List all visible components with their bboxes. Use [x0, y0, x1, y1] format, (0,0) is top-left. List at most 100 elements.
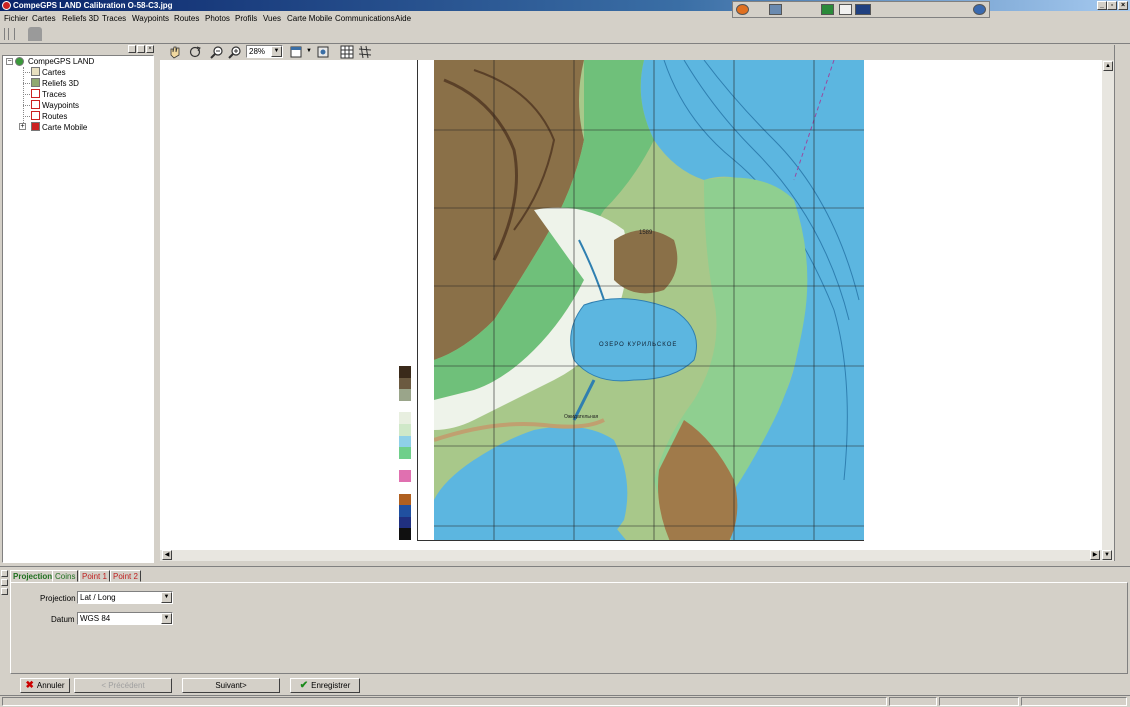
tree-expand-icon[interactable]: +	[19, 123, 26, 130]
tree-connector	[23, 83, 30, 84]
panel-float-icon[interactable]	[137, 45, 145, 53]
projection-select[interactable]: Lat / Long ▼	[77, 591, 173, 604]
tree-item-traces[interactable]: Traces	[42, 89, 66, 100]
tree-connector	[23, 105, 30, 106]
panel-pin-icon[interactable]	[128, 45, 136, 53]
menu-aide[interactable]: Aide	[395, 12, 411, 25]
layer-tree: − CompeGPS LAND Cartes Reliefs 3D Traces…	[2, 55, 154, 563]
cancel-button[interactable]: ✖ Annuler	[20, 678, 70, 693]
refresh-icon[interactable]	[188, 45, 202, 59]
menu-vues[interactable]: Vues	[263, 12, 281, 25]
status-cell	[1021, 697, 1127, 706]
peak-label: 1589	[639, 230, 653, 236]
tree-connector	[23, 94, 30, 95]
panel-pin-icon[interactable]	[1, 570, 8, 577]
next-button[interactable]: Suivant>	[182, 678, 280, 693]
legend-swatch	[399, 505, 411, 517]
status-cell-main	[2, 697, 887, 706]
tree-root[interactable]: CompeGPS LAND	[28, 56, 94, 67]
legend-swatch	[399, 412, 411, 424]
chevron-down-icon[interactable]: ▼	[161, 592, 172, 603]
tree-collapse-icon[interactable]: −	[6, 58, 13, 65]
tree-panel-header: ×	[2, 45, 154, 54]
minimize-button[interactable]: _	[1097, 1, 1107, 10]
tab-content-area	[10, 582, 1128, 674]
previous-button[interactable]: < Précédent	[74, 678, 172, 693]
projection-value: Lat / Long	[80, 593, 116, 602]
menu-routes[interactable]: Routes	[174, 12, 199, 25]
compegps-icon	[15, 57, 24, 66]
app-icon	[2, 1, 11, 10]
zoom-in-icon[interactable]	[228, 45, 242, 59]
track-icon	[31, 89, 40, 98]
scroll-right-icon[interactable]: ▶	[1090, 550, 1100, 560]
menu-traces[interactable]: Traces	[102, 12, 126, 25]
panel-close-icon[interactable]	[1, 588, 8, 595]
vertical-scrollbar[interactable]: ▲	[1102, 60, 1114, 550]
status-cell	[939, 697, 1019, 706]
zoom-level-select[interactable]: 28% ▼	[246, 45, 283, 58]
datum-label: Datum	[51, 615, 75, 624]
main-toolbar	[0, 25, 1130, 44]
cancel-label: Annuler	[36, 681, 65, 690]
menu-reliefs-3d[interactable]: Reliefs 3D	[62, 12, 99, 25]
chevron-down-icon[interactable]: ▼	[271, 46, 282, 57]
grid-icon[interactable]	[340, 45, 354, 59]
menu-fichier[interactable]: Fichier	[4, 12, 28, 25]
zoom-out-icon[interactable]	[210, 45, 224, 59]
panel-float-icon[interactable]	[1, 579, 8, 586]
horizontal-scrollbar[interactable]: ◀ ▶ ▼	[160, 550, 1114, 561]
utm-grid-icon[interactable]	[358, 45, 372, 59]
tree-item-carte-mobile[interactable]: Carte Mobile	[42, 122, 87, 133]
legend-swatch	[399, 528, 411, 540]
close-icon: ✖	[25, 680, 34, 691]
menu-cartes[interactable]: Cartes	[32, 12, 56, 25]
status-cell	[889, 697, 937, 706]
map-toolbar: 28% ▼ ▼	[160, 43, 1130, 61]
chevron-down-icon[interactable]: ▼	[161, 613, 172, 624]
mobile-map-icon	[31, 122, 40, 131]
save-button[interactable]: ✔ Enregistrer	[290, 678, 360, 693]
menu-waypoints[interactable]: Waypoints	[132, 12, 169, 25]
close-button[interactable]: ×	[1118, 1, 1128, 10]
datum-select[interactable]: WGS 84 ▼	[77, 612, 173, 625]
menu-profils[interactable]: Profils	[235, 12, 257, 25]
map-layout-icon[interactable]	[290, 45, 304, 59]
toolbar-grip	[4, 28, 5, 40]
tree-item-waypoints[interactable]: Waypoints	[42, 100, 79, 111]
menu-photos[interactable]: Photos	[205, 12, 230, 25]
map-legend	[399, 366, 411, 540]
tree-item-cartes[interactable]: Cartes	[42, 67, 66, 78]
right-border	[1114, 45, 1130, 561]
datum-value: WGS 84	[80, 614, 111, 623]
window-view-icon[interactable]	[316, 45, 330, 59]
relief-3d-icon	[31, 78, 40, 87]
legend-swatch	[399, 447, 411, 459]
legend-swatch	[399, 493, 411, 506]
maximize-button[interactable]: ▫	[1107, 1, 1117, 10]
projection-label: Projection	[40, 594, 76, 603]
pan-hand-icon[interactable]	[168, 45, 182, 59]
panel-close-icon[interactable]: ×	[146, 45, 154, 53]
toolbar-grip	[8, 28, 9, 40]
scroll-left-icon[interactable]: ◀	[162, 550, 172, 560]
scroll-up-icon[interactable]: ▲	[1103, 61, 1113, 71]
scroll-down-icon[interactable]: ▼	[1102, 550, 1112, 560]
tree-item-reliefs-3d[interactable]: Reliefs 3D	[42, 78, 79, 89]
tree-item-routes[interactable]: Routes	[42, 111, 67, 122]
tab-point-2[interactable]: Point 2	[110, 570, 141, 582]
window-title: CompeGPS LAND Calibration O-58-C3.jpg	[13, 1, 173, 10]
topographic-map-image[interactable]: ОЗЕРО КУРИЛЬСКОЕ 1589 Ожидательная	[434, 60, 864, 550]
waypoint-icon	[31, 100, 40, 109]
lake-label: ОЗЕРО КУРИЛЬСКОЕ	[599, 342, 678, 348]
menu-carte-mobile[interactable]: Carte Mobile	[287, 12, 332, 25]
tree-connector	[23, 116, 30, 117]
map-icon	[31, 67, 40, 76]
zoom-level-value: 28%	[249, 47, 266, 56]
tab-coins[interactable]: Coins	[52, 570, 79, 582]
tree-line	[23, 67, 24, 127]
layout-dropdown-icon[interactable]: ▼	[306, 48, 312, 54]
gps-device-icon[interactable]	[28, 27, 42, 41]
tab-point-1[interactable]: Point 1	[79, 570, 110, 582]
menu-communications[interactable]: Communications	[335, 12, 395, 25]
